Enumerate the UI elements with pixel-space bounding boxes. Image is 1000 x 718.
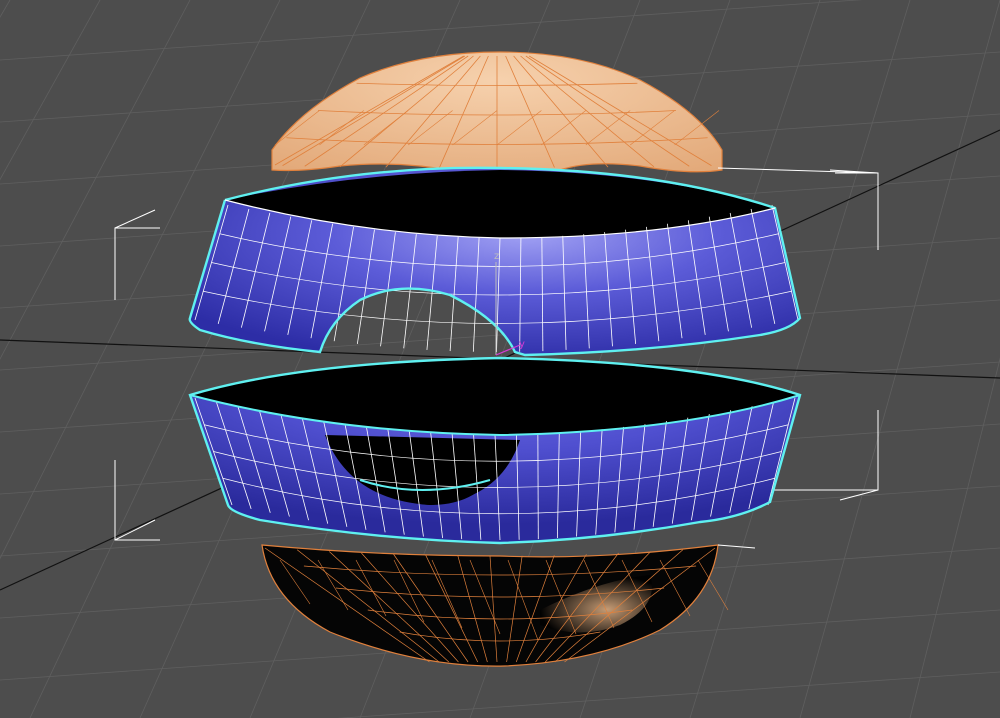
bottom-cap-shell (261, 544, 719, 667)
gizmo-z-label: z (494, 251, 499, 262)
3d-viewport[interactable]: z y (0, 0, 1000, 718)
sphere-bottom-cap[interactable] (261, 544, 729, 667)
viewport-scene[interactable]: z y (0, 0, 1000, 718)
gizmo-y-label: y (519, 339, 525, 350)
sphere-lower-band[interactable] (188, 356, 802, 545)
